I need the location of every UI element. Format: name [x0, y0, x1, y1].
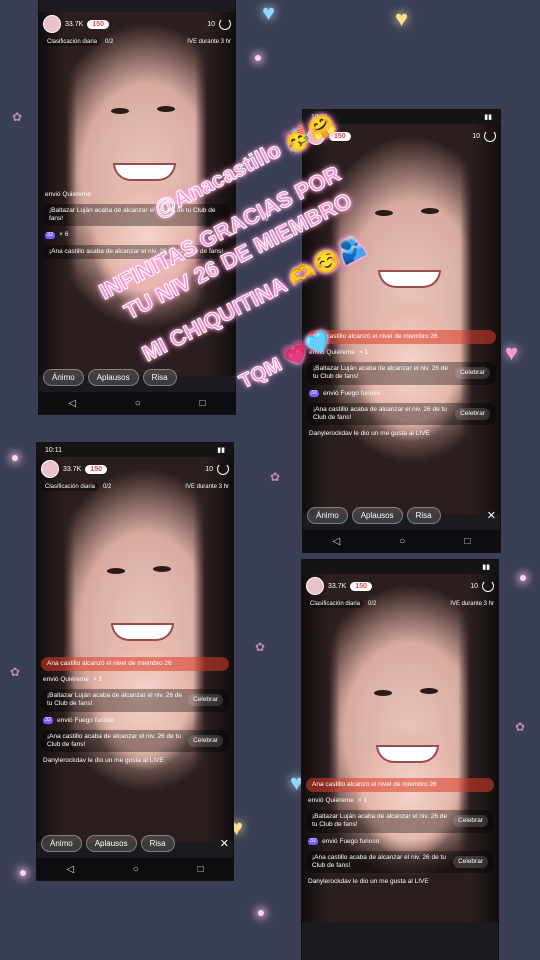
reaction-bar: Ánimo Aplausos Risa ✕	[307, 504, 496, 526]
close-icon[interactable]: ✕	[487, 509, 496, 522]
animo-button[interactable]: Ánimo	[43, 368, 84, 386]
celebrate-button[interactable]: Celebrar	[453, 815, 488, 828]
live-header: 33.7K 150 10	[41, 459, 229, 479]
chat-row: 32 envió Fuego furioso	[308, 837, 380, 845]
live-duration: IVE durante 3 hr	[450, 601, 494, 607]
celebrate-button[interactable]: Celebrar	[453, 855, 488, 868]
aplausos-button[interactable]: Aplausos	[87, 368, 139, 386]
power-icon[interactable]	[219, 18, 231, 30]
follower-count: 33.7K	[63, 465, 82, 473]
chat-row: ¡Ana castillo acaba de alcanzar el niv. …	[306, 850, 494, 873]
heart-sparkle-icon: ♥	[505, 340, 519, 365]
recents-icon[interactable]: □	[200, 398, 206, 409]
chat-row: Danylerockdav le dio un me gusta al LIVE	[43, 756, 164, 764]
chat-row: 32 envió Fuego furioso	[309, 389, 381, 397]
live-duration: IVE durante 3 hr	[185, 484, 229, 490]
celebrate-button[interactable]: Celebrar	[188, 734, 223, 747]
chat-feed: Ana castillo alcanzó el nivel de miembro…	[306, 778, 494, 891]
chat-row: Ana castillo alcanzó el nivel de miembro…	[307, 330, 496, 345]
back-icon[interactable]: ◁	[66, 864, 74, 875]
chat-row: ¡Ana castillo acaba de alcanzar el niv. …	[41, 729, 229, 752]
likes-pill[interactable]: 150	[350, 581, 372, 591]
home-icon[interactable]: ○	[399, 536, 405, 547]
heart-sparkle-icon: ♥	[395, 6, 409, 31]
chat-row: ¡Ana castillo acaba de alcanzar el niv. …	[307, 402, 496, 425]
live-screenshot-3: 10:11 ▮▮ 33.7K 150 10 Clasificación diari…	[37, 443, 233, 880]
likes-pill[interactable]: 150	[85, 464, 107, 474]
follower-count: 33.7K	[65, 20, 84, 28]
risa-button[interactable]: Risa	[142, 368, 177, 386]
avatar[interactable]	[41, 460, 59, 478]
live-screenshot-1: 33.7K 150 10 Clasificación diaria 0/2 IV…	[39, 0, 235, 414]
viewer-count[interactable]: 10	[472, 133, 480, 140]
ranking-pill[interactable]: Clasificación diaria	[306, 600, 365, 608]
live-screenshot-4: ▮▮ 33.7K 150 10 Clasificación diaria 0/2…	[302, 560, 498, 960]
gift-progress: 0/2	[368, 601, 377, 607]
chat-row: Danylerockdav le dio un me gusta al LIVE	[308, 877, 429, 885]
viewer-count[interactable]: 10	[470, 583, 478, 590]
home-icon[interactable]: ○	[135, 398, 141, 409]
live-header: 33.7K 150 10	[306, 576, 494, 596]
status-bar: ▮▮	[302, 560, 498, 574]
reaction-bar: Ánimo Aplausos Risa ✕	[41, 832, 229, 854]
system-nav-bar: ◁ ○ □	[37, 858, 233, 880]
system-nav-bar: ◁ ○ □	[303, 530, 500, 552]
back-icon[interactable]: ◁	[333, 536, 341, 547]
chat-row: ¡Baltazar Luján acaba de alcanzar el niv…	[41, 689, 229, 712]
celebrate-button[interactable]: Celebrar	[188, 694, 223, 707]
celebrate-button[interactable]: Celebrar	[455, 367, 490, 380]
chat-row: ¡Baltazar Luján acaba de alcanzar el niv…	[43, 204, 231, 227]
live-header: 33.7K 150 10	[43, 14, 231, 34]
recents-icon[interactable]: □	[464, 536, 470, 547]
back-icon[interactable]: ◁	[68, 398, 76, 409]
chat-row: envió Quiéreme × 1	[308, 797, 368, 805]
home-icon[interactable]: ○	[133, 864, 139, 875]
ranking-pill[interactable]: Clasificación diaria	[41, 483, 100, 491]
heart-sparkle-icon: ♥	[262, 0, 276, 25]
animo-button[interactable]: Ánimo	[307, 506, 348, 524]
recents-icon[interactable]: □	[198, 864, 204, 875]
gift-progress: 0/2	[103, 484, 112, 490]
ranking-pill[interactable]: Clasificación diaria	[43, 38, 102, 46]
power-icon[interactable]	[484, 130, 496, 142]
chat-row: ¡Baltazar Luján acaba de alcanzar el niv…	[307, 362, 496, 385]
chat-row: 32 envió Fuego furioso	[43, 716, 115, 724]
system-nav-bar: ◁ ○ □	[39, 392, 235, 414]
chat-row: envió Quiéreme × 1	[43, 676, 103, 684]
chat-row: Ana castillo alcanzó el nivel de miembro…	[41, 657, 229, 672]
chat-feed: Ana castillo alcanzó el nivel de miembro…	[307, 330, 496, 443]
live-duration: IVE durante 3 hr	[187, 39, 231, 45]
viewer-count[interactable]: 10	[207, 21, 215, 28]
gift-progress: 0/2	[105, 39, 114, 45]
risa-button[interactable]: Risa	[406, 506, 441, 524]
rank-bar: Clasificación diaria 0/2 IVE durante 3 h…	[41, 481, 229, 493]
risa-button[interactable]: Risa	[140, 834, 175, 852]
likes-pill[interactable]: 150	[87, 19, 109, 29]
status-bar: 10:11 ▮▮	[37, 443, 233, 457]
animo-button[interactable]: Ánimo	[41, 834, 82, 852]
aplausos-button[interactable]: Aplausos	[351, 506, 403, 524]
follower-count: 33.7K	[328, 582, 347, 590]
celebrate-button[interactable]: Celebrar	[455, 407, 490, 420]
chat-row: envió Quiéreme × 1	[309, 349, 369, 357]
power-icon[interactable]	[217, 463, 229, 475]
chat-row: ¡Baltazar Luján acaba de alcanzar el niv…	[306, 810, 494, 833]
chat-row: Danylerockdav le dio un me gusta al LIVE	[309, 429, 430, 437]
aplausos-button[interactable]: Aplausos	[85, 834, 137, 852]
viewer-count[interactable]: 10	[205, 466, 213, 473]
reaction-bar: Ánimo Aplausos Risa	[43, 366, 231, 388]
chat-row: Ana castillo alcanzó el nivel de miembro…	[306, 778, 494, 793]
avatar[interactable]	[306, 577, 324, 595]
rank-bar: Clasificación diaria 0/2 IVE durante 3 h…	[306, 598, 494, 610]
chat-feed: Ana castillo alcanzó el nivel de miembro…	[41, 657, 229, 770]
avatar[interactable]	[43, 15, 61, 33]
power-icon[interactable]	[482, 580, 494, 592]
rank-bar: Clasificación diaria 0/2 IVE durante 3 h…	[43, 36, 231, 48]
close-icon[interactable]: ✕	[220, 837, 229, 850]
